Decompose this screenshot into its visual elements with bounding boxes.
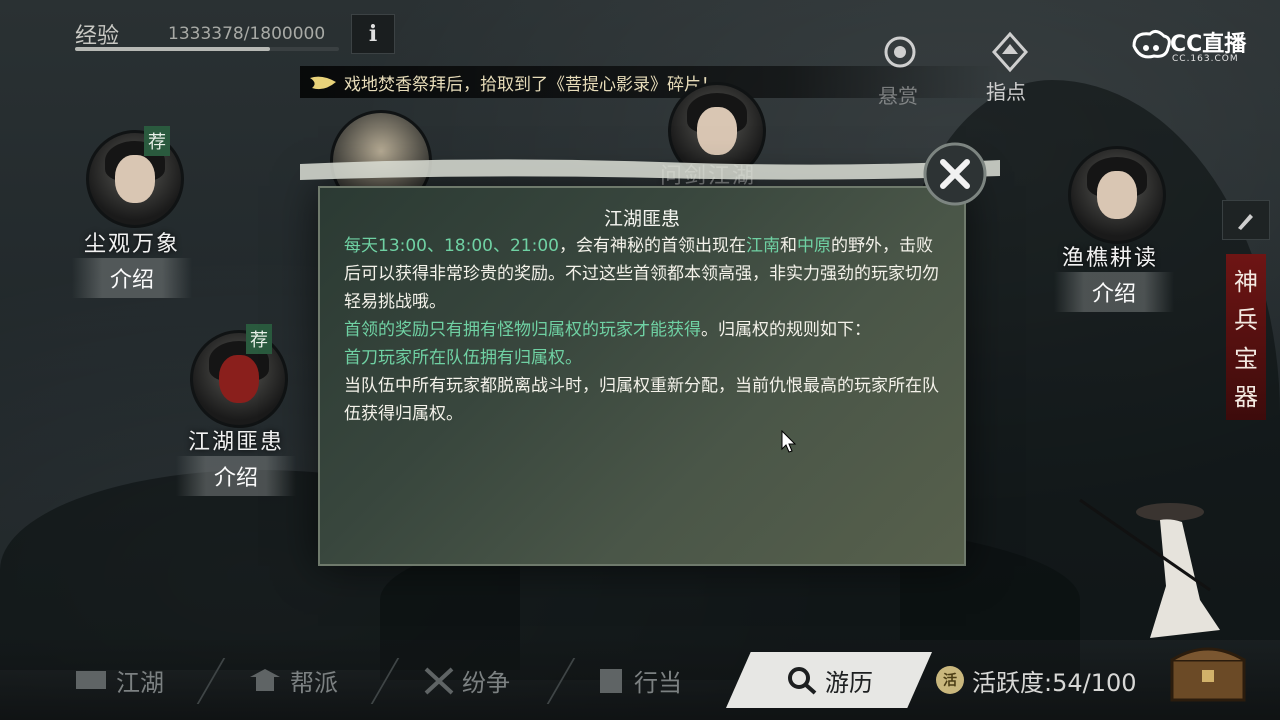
dialog-time-highlight: 每天13:00、18:00、21:00 — [344, 236, 559, 256]
nav-jianghu[interactable]: 江湖 — [72, 652, 164, 708]
dialog-place-highlight: 中原 — [796, 236, 831, 256]
magnifier-icon — [788, 667, 817, 695]
recommend-badge: 荐 — [144, 126, 170, 156]
dialog-text: 和 — [779, 236, 797, 256]
ticker-text: 戏地焚香祭拜后，拾取到了《菩提心影录》碎片！ — [344, 74, 718, 95]
nav-guild[interactable]: 帮派 — [246, 652, 338, 708]
side-tab-char: 兵 — [1234, 306, 1258, 335]
dialog-title: 江湖匪患 — [603, 208, 680, 230]
dialog-rule-highlight: 首领的奖励只有拥有怪物归属权的玩家才能获得 — [344, 320, 701, 340]
treasure-chest-icon[interactable] — [1166, 640, 1250, 706]
nav-label: 江湖 — [116, 668, 164, 697]
exp-label: 经验 — [75, 24, 120, 49]
divine-weapons-tab[interactable]: 神 兵 宝 器 — [1226, 254, 1266, 420]
exp-value: 1333378/1800000 — [168, 24, 326, 44]
dialog-text: 。归属权的规则如下： — [701, 320, 871, 340]
nav-label: 纷争 — [462, 668, 510, 697]
nav-conflict[interactable]: 纷争 — [422, 652, 510, 708]
npc-name: 江湖匪患 — [188, 430, 285, 455]
intro-button[interactable]: 介绍 — [72, 258, 192, 298]
dialog-place-highlight: 江南 — [745, 236, 780, 256]
reward-icon — [884, 36, 916, 68]
dialog-body: 每天13:00、18:00、21:00，会有神秘的首领出现在江南和中原的野外，击… — [344, 232, 944, 428]
intro-button[interactable]: 介绍 — [176, 456, 296, 496]
pavilion-icon — [250, 669, 280, 691]
activity-icon: 活 — [936, 666, 964, 694]
guide-label: 指点 — [986, 80, 1026, 104]
brush-button[interactable] — [1222, 200, 1270, 240]
dialog-header-brush-icon — [300, 159, 1000, 180]
npc-avatar[interactable] — [190, 330, 288, 428]
dialog-rule-highlight: 首刀玩家所在队伍拥有归属权。 — [344, 348, 582, 368]
dialog-text: 当队伍中所有玩家都脱离战斗时，归属权重新分配，当前仇恨最高的玩家所在队伍获得归属… — [344, 376, 939, 424]
book-icon — [600, 669, 622, 693]
exp-progress-fill — [75, 47, 271, 51]
nav-travel[interactable]: 游历 — [726, 652, 932, 708]
side-tab-char: 器 — [1234, 383, 1258, 412]
scroll-icon — [76, 671, 106, 689]
info-dialog: 江湖匪患 每天13:00、18:00、21:00，会有神秘的首领出现在江南和中原… — [318, 186, 966, 566]
npc-name: 尘观万象 — [84, 232, 181, 257]
crossed-swords-icon — [424, 667, 454, 695]
guide-icon — [991, 31, 1029, 73]
guide-button[interactable] — [988, 30, 1032, 74]
intro-button[interactable]: 介绍 — [1054, 272, 1174, 312]
reward-button[interactable] — [878, 30, 922, 74]
activity-label: 活跃度:54/100 — [972, 668, 1137, 697]
brush-icon — [1238, 214, 1253, 230]
side-tab-char: 宝 — [1234, 344, 1258, 373]
side-tab-char: 神 — [1234, 267, 1258, 296]
dialog-text: ，会有神秘的首领出现在 — [558, 236, 746, 256]
npc-name: 渔樵耕读 — [1062, 246, 1159, 271]
horn-icon — [310, 76, 336, 90]
mouse-cursor-icon — [781, 430, 797, 453]
exp-progress-bar — [75, 47, 339, 51]
activity-meter[interactable]: 活 活跃度:54/100 — [936, 660, 1137, 700]
nav-label: 帮派 — [290, 668, 338, 697]
nav-profession[interactable]: 行当 — [594, 652, 682, 708]
cc-live-logo-sub: CC.163.COM — [1172, 54, 1239, 64]
reward-label: 悬赏 — [878, 84, 918, 108]
nav-label: 游历 — [825, 668, 873, 697]
close-icon — [923, 142, 987, 206]
recommend-badge: 荐 — [246, 324, 272, 354]
info-button[interactable]: i — [351, 14, 395, 54]
nav-label: 行当 — [634, 668, 682, 697]
close-button[interactable] — [919, 138, 991, 210]
npc-avatar[interactable] — [1068, 146, 1166, 244]
swordsman-figure-icon — [1079, 498, 1220, 638]
